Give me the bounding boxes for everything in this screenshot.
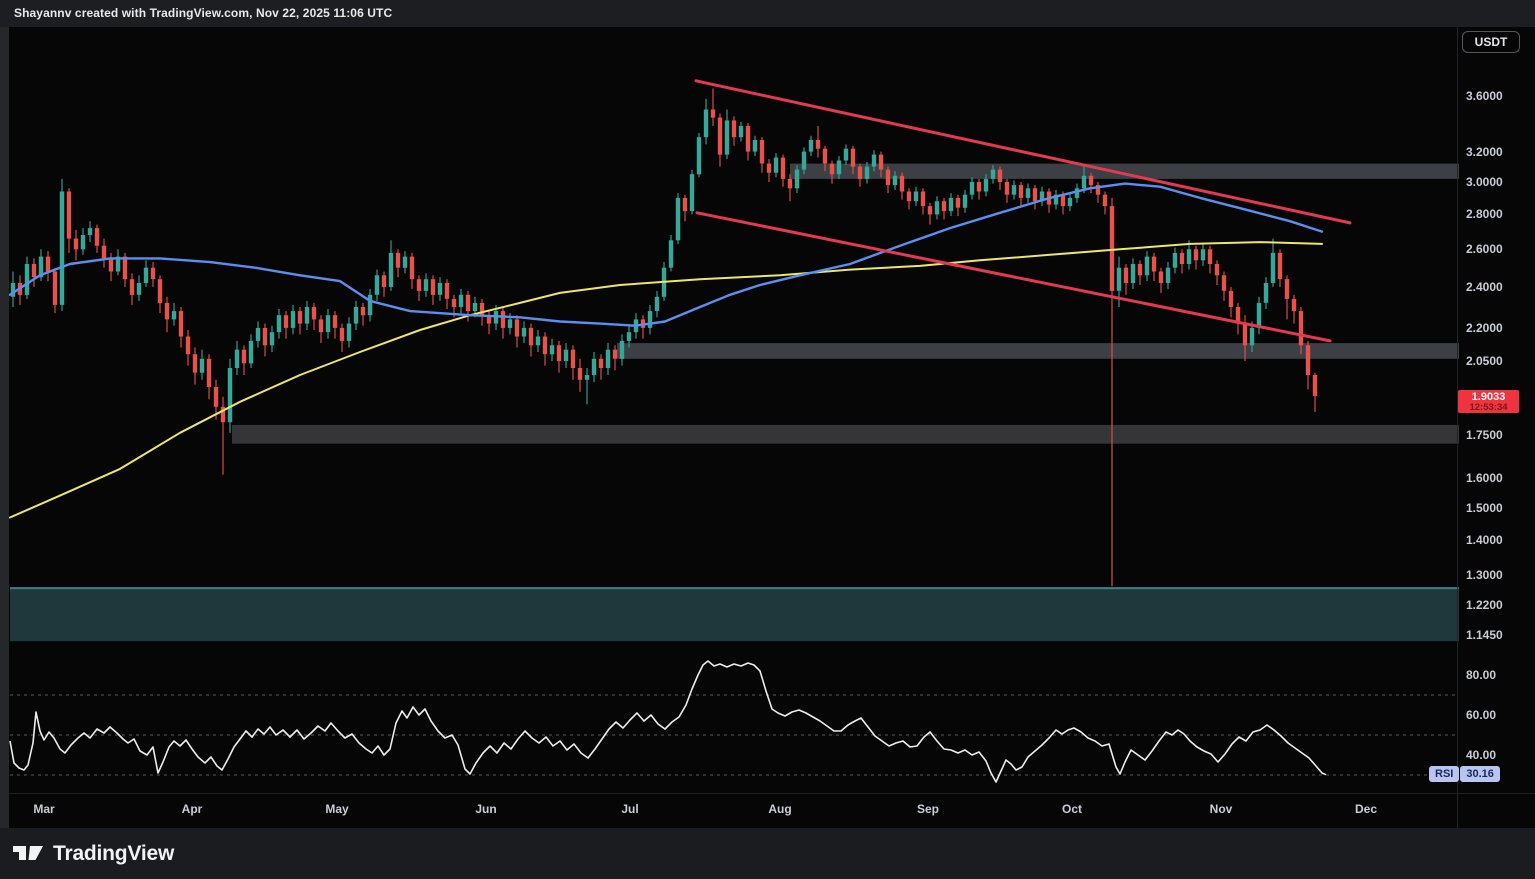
- resistance-zone-3.02-3.12[interactable]: [790, 164, 1459, 179]
- month-tick-label: May: [325, 801, 348, 817]
- month-tick-label: Jul: [621, 801, 638, 817]
- rsi-label: RSI: [1429, 766, 1459, 782]
- month-tick-label: Mar: [33, 801, 54, 817]
- price-zones-layer[interactable]: [10, 164, 1459, 642]
- price-tick-label: 1.4000: [1466, 532, 1503, 548]
- ma-fast-line: [10, 184, 1322, 326]
- price-tick-label: 3.6000: [1466, 88, 1503, 104]
- month-tick-label: Oct: [1062, 801, 1082, 817]
- bottom-logo-bar: TradingView: [0, 828, 1535, 879]
- rsi-pane: [10, 661, 1457, 782]
- rsi-value-badge: RSI 30.16: [1429, 766, 1500, 782]
- upper-channel[interactable]: [696, 81, 1350, 223]
- price-tick-label: 2.4000: [1466, 279, 1503, 295]
- price-tick-label: 1.3000: [1466, 567, 1503, 583]
- month-tick-label: Apr: [182, 801, 203, 817]
- chart-canvas[interactable]: [0, 0, 1535, 879]
- price-tick-label: 1.1450: [1466, 627, 1503, 643]
- time-axis-divider: [9, 793, 1535, 794]
- price-tick-label: 1.2200: [1466, 597, 1503, 613]
- price-tick-label: 3.0000: [1466, 174, 1503, 190]
- last-price-badge: 1.9033 12:53:34: [1458, 390, 1519, 413]
- support-zone-1.72-1.79[interactable]: [232, 425, 1459, 444]
- tradingview-chart-window: Shayannv created with TradingView.com, N…: [0, 0, 1535, 879]
- support-zone-2.06-2.13[interactable]: [617, 343, 1459, 359]
- month-tick-label: Jun: [475, 801, 496, 817]
- left-margin-strip: [0, 27, 9, 828]
- price-tick-label: 1.7500: [1466, 427, 1503, 443]
- top-attribution-bar: Shayannv created with TradingView.com, N…: [0, 0, 1535, 27]
- price-tick-label: 2.8000: [1466, 206, 1503, 222]
- demand-zone-1.13-1.26[interactable]: [10, 588, 1459, 641]
- rsi-tick-label: 40.00: [1466, 747, 1496, 763]
- price-tick-label: 3.2000: [1466, 144, 1503, 160]
- month-tick-label: Aug: [768, 801, 791, 817]
- price-tick-label: 1.5000: [1466, 500, 1503, 516]
- price-axis-divider: [1457, 27, 1458, 828]
- bar-countdown: 12:53:34: [1469, 403, 1507, 413]
- rsi-value: 30.16: [1460, 766, 1500, 782]
- price-tick-label: 2.2000: [1466, 320, 1503, 336]
- price-tick-label: 1.6000: [1466, 470, 1503, 486]
- quote-currency-badge: USDT: [1462, 31, 1520, 53]
- month-tick-label: Dec: [1355, 801, 1377, 817]
- price-tick-label: 2.6000: [1466, 241, 1503, 257]
- last-price-value: 1.9033: [1472, 391, 1506, 403]
- rsi-line: [10, 661, 1326, 782]
- tradingview-logo-icon: [13, 843, 44, 865]
- attribution-text: Shayannv created with TradingView.com, N…: [14, 6, 392, 20]
- rsi-tick-label: 80.00: [1466, 667, 1496, 683]
- month-tick-label: Sep: [917, 801, 939, 817]
- price-tick-label: 2.0500: [1466, 353, 1503, 369]
- month-tick-label: Nov: [1210, 801, 1233, 817]
- rsi-tick-label: 60.00: [1466, 707, 1496, 723]
- tradingview-logo[interactable]: TradingView: [13, 842, 174, 866]
- candles-layer: [11, 89, 1317, 587]
- tradingview-logo-text: TradingView: [53, 842, 174, 866]
